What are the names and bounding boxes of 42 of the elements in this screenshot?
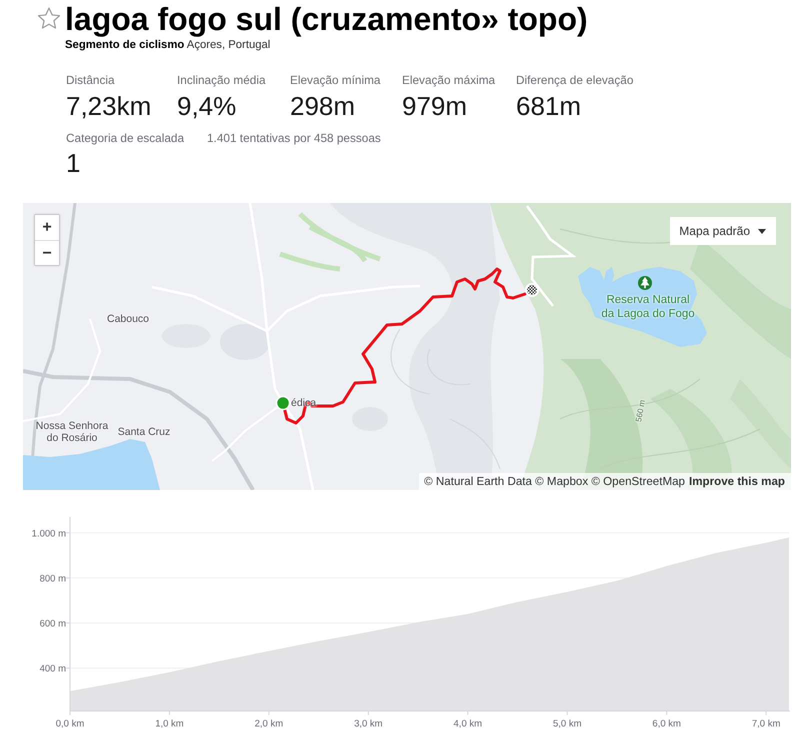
map-label: Nossa Senhora do Rosário xyxy=(36,420,108,444)
map-label: Reserva Natural da Lagoa do Fogo xyxy=(601,293,695,321)
y-tick-label: 1.000 m xyxy=(32,528,66,540)
stat-value: 7,23km xyxy=(66,92,152,120)
map-label: Santa Cruz xyxy=(118,426,170,438)
zoom-in-button[interactable]: + xyxy=(35,215,59,240)
start-marker-icon xyxy=(276,396,290,410)
map-style-dropdown[interactable]: Mapa padrão xyxy=(670,217,776,245)
map-label: édica xyxy=(291,397,316,409)
y-tick-label: 800 m xyxy=(40,573,66,584)
segment-subtitle: Segmento de ciclismo Açores, Portugal xyxy=(65,38,272,52)
stat-label: Elevação máxima xyxy=(402,73,496,87)
stat-value: 298m xyxy=(290,92,356,120)
x-tick-label: 3,0 km xyxy=(354,718,383,730)
tree-icon xyxy=(638,276,652,290)
zoom-out-button[interactable]: − xyxy=(35,240,59,265)
stat-value: 9,4% xyxy=(177,92,238,120)
attribution-text: © Natural Earth Data © Mapbox © OpenStreetMap xyxy=(424,475,685,488)
stat-label: Categoria de escalada xyxy=(66,131,186,145)
caret-icon xyxy=(758,228,766,234)
map-label: Cabouco xyxy=(106,313,150,325)
stat-label: Elevação mínima xyxy=(290,73,382,87)
star-icon[interactable] xyxy=(38,7,60,29)
stat-label: Distância xyxy=(66,73,116,87)
x-tick-label: 7,0 km xyxy=(752,718,780,730)
stat-label: Diferença de elevação xyxy=(516,73,634,87)
x-tick-label: 4,0 km xyxy=(454,718,482,730)
stat-label: Inclinação média xyxy=(177,73,267,87)
stat-value: 979m xyxy=(402,92,468,120)
improve-map-link[interactable]: Improve this map xyxy=(689,475,785,488)
x-tick-label: 1,0 km xyxy=(155,718,184,730)
y-tick-label: 400 m xyxy=(40,664,66,675)
y-tick-label: 600 m xyxy=(40,618,66,630)
x-tick-label: 0,0 km xyxy=(56,718,84,730)
map-label: 560 m xyxy=(633,399,648,423)
x-tick-label: 6,0 km xyxy=(652,718,681,730)
x-tick-label: 5,0 km xyxy=(552,718,582,730)
attempts-text: 1.401 tentativas por 458 pessoas xyxy=(207,131,381,147)
stat-value: 681m xyxy=(516,92,582,120)
x-tick-label: 2,0 km xyxy=(254,718,284,730)
stat-value: 1 xyxy=(66,149,82,177)
segment-title: lagoa fogo sul (cruzamento» topo) xyxy=(65,1,588,37)
